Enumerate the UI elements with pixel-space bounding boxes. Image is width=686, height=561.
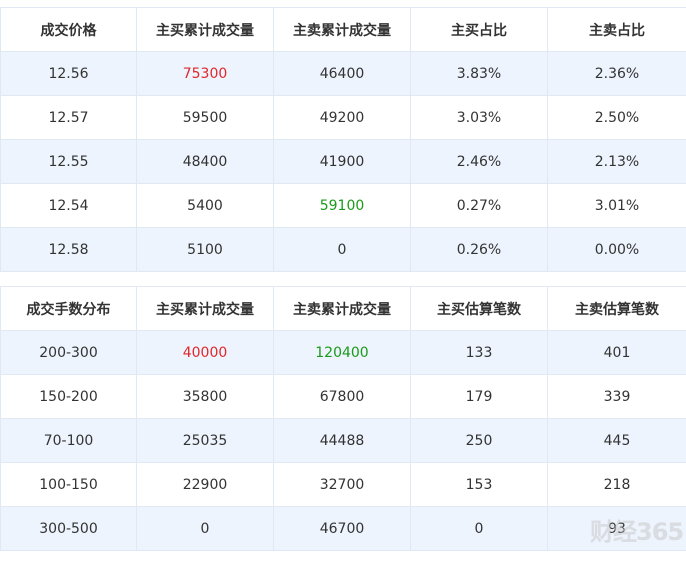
cell-buy-volume: 0 [136,506,274,551]
cell-sell-ratio: 3.01% [547,183,686,228]
lot-size-distribution-table: 成交手数分布 主买累计成交量 主卖累计成交量 主买估算笔数 主卖估算笔数 200… [0,286,686,551]
table-row: 12.56 75300 46400 3.83% 2.36% [0,51,686,96]
table-row: 300-500 0 46700 0 93 [0,506,686,551]
cell-sell-ratio: 2.50% [547,95,686,140]
table-row: 70-100 25035 44488 250 445 [0,418,686,463]
cell-sell-count: 445 [547,418,686,463]
cell-buy-ratio: 3.03% [410,95,548,140]
cell-price: 12.58 [0,227,137,272]
cell-sell-volume: 32700 [273,462,411,507]
cell-price: 12.56 [0,51,137,96]
cell-price: 12.54 [0,183,137,228]
header-lot-range: 成交手数分布 [0,286,137,331]
cell-buy-count: 0 [410,506,548,551]
cell-lot-range: 70-100 [0,418,137,463]
cell-price: 12.57 [0,95,137,140]
cell-sell-volume: 120400 [273,330,411,375]
cell-buy-volume: 48400 [136,139,274,184]
table-header-row: 成交手数分布 主买累计成交量 主卖累计成交量 主买估算笔数 主卖估算笔数 [0,286,686,331]
cell-sell-count: 339 [547,374,686,419]
cell-buy-volume: 5400 [136,183,274,228]
header-buy-count: 主买估算笔数 [410,286,548,331]
cell-sell-count: 218 [547,462,686,507]
header-price: 成交价格 [0,7,137,52]
cell-buy-volume: 40000 [136,330,274,375]
price-distribution-table: 成交价格 主买累计成交量 主卖累计成交量 主买占比 主卖占比 12.56 753… [0,7,686,272]
cell-buy-volume: 5100 [136,227,274,272]
table-row: 150-200 35800 67800 179 339 [0,374,686,419]
cell-sell-volume: 46700 [273,506,411,551]
cell-lot-range: 200-300 [0,330,137,375]
cell-sell-count: 93 [547,506,686,551]
cell-buy-ratio: 2.46% [410,139,548,184]
header-buy-volume: 主买累计成交量 [136,7,274,52]
cell-sell-volume: 49200 [273,95,411,140]
cell-sell-volume: 41900 [273,139,411,184]
cell-sell-ratio: 0.00% [547,227,686,272]
header-sell-ratio: 主卖占比 [547,7,686,52]
cell-sell-ratio: 2.13% [547,139,686,184]
table-row: 12.54 5400 59100 0.27% 3.01% [0,183,686,228]
table-row: 12.57 59500 49200 3.03% 2.50% [0,95,686,140]
cell-lot-range: 300-500 [0,506,137,551]
cell-buy-count: 179 [410,374,548,419]
cell-sell-volume: 0 [273,227,411,272]
cell-buy-ratio: 0.26% [410,227,548,272]
cell-buy-volume: 25035 [136,418,274,463]
cell-buy-volume: 22900 [136,462,274,507]
table-row: 200-300 40000 120400 133 401 [0,330,686,375]
header-sell-volume: 主卖累计成交量 [273,286,411,331]
cell-buy-ratio: 0.27% [410,183,548,228]
cell-buy-count: 133 [410,330,548,375]
cell-sell-ratio: 2.36% [547,51,686,96]
cell-buy-count: 153 [410,462,548,507]
header-sell-count: 主卖估算笔数 [547,286,686,331]
cell-lot-range: 100-150 [0,462,137,507]
cell-sell-volume: 44488 [273,418,411,463]
cell-buy-ratio: 3.83% [410,51,548,96]
cell-sell-volume: 46400 [273,51,411,96]
table-row: 12.55 48400 41900 2.46% 2.13% [0,139,686,184]
cell-buy-count: 250 [410,418,548,463]
table-header-row: 成交价格 主买累计成交量 主卖累计成交量 主买占比 主卖占比 [0,7,686,52]
table-row: 12.58 5100 0 0.26% 0.00% [0,227,686,272]
cell-price: 12.55 [0,139,137,184]
cell-buy-volume: 59500 [136,95,274,140]
table-row: 100-150 22900 32700 153 218 [0,462,686,507]
cell-buy-volume: 75300 [136,51,274,96]
cell-sell-volume: 67800 [273,374,411,419]
header-buy-volume: 主买累计成交量 [136,286,274,331]
cell-sell-volume: 59100 [273,183,411,228]
cell-buy-volume: 35800 [136,374,274,419]
header-sell-volume: 主卖累计成交量 [273,7,411,52]
header-buy-ratio: 主买占比 [410,7,548,52]
cell-lot-range: 150-200 [0,374,137,419]
cell-sell-count: 401 [547,330,686,375]
